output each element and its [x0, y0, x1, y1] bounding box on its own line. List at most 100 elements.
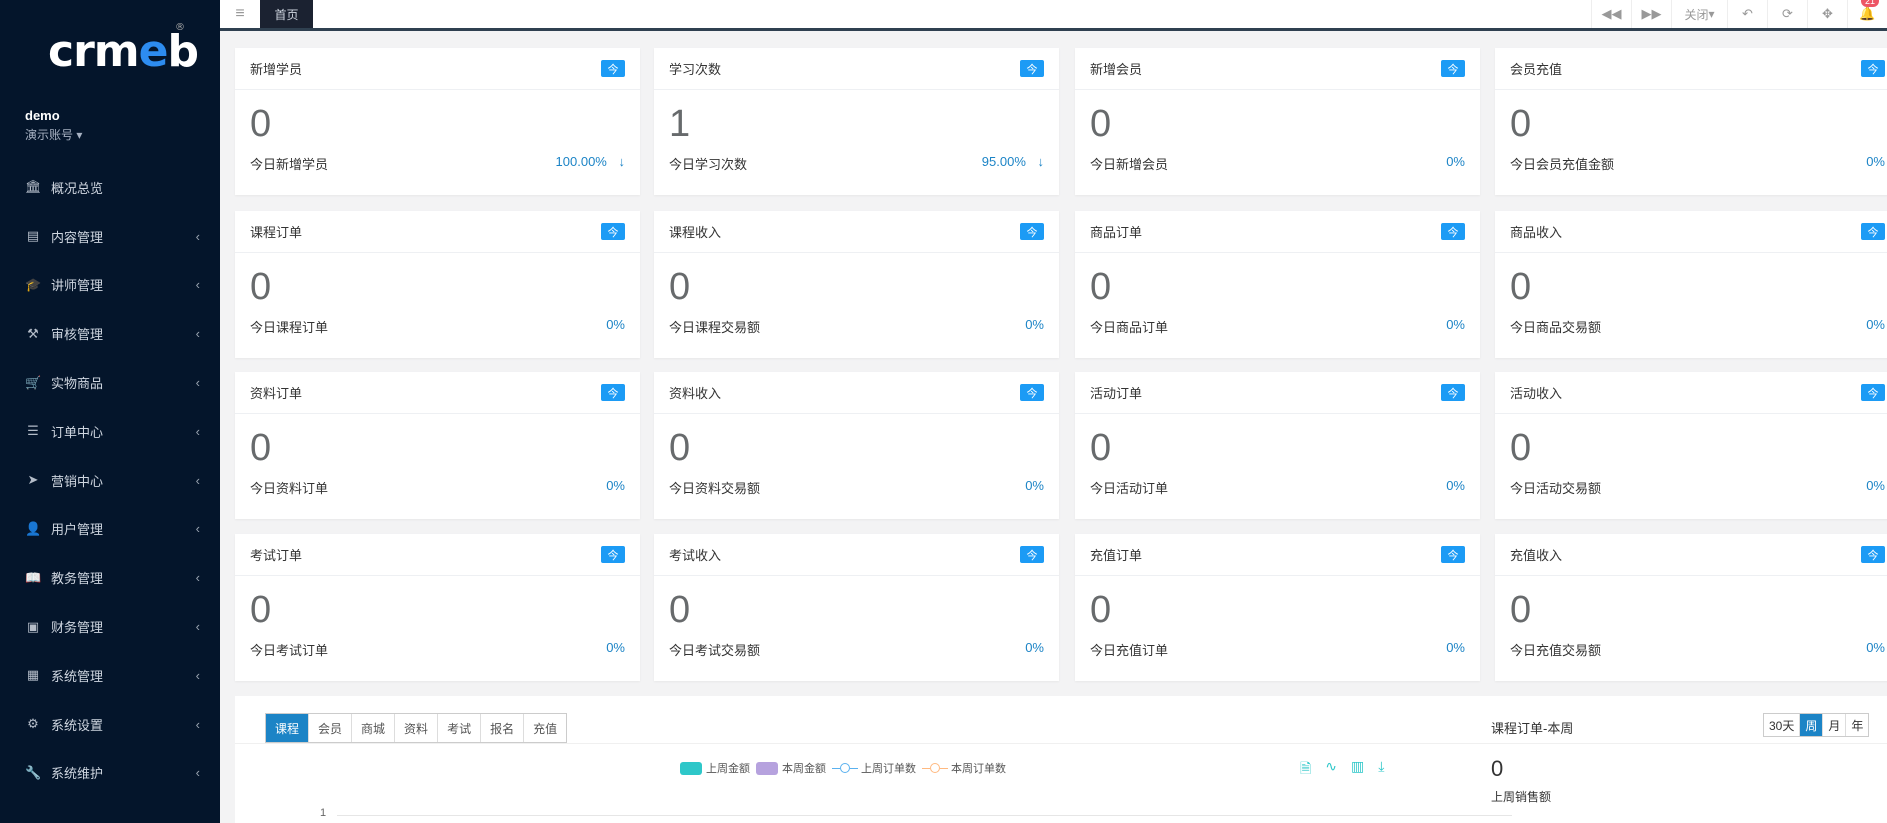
- arrow-down-icon: ↓: [618, 154, 626, 169]
- sidebar-item[interactable]: ⚙ 系统设置 ‹: [0, 700, 220, 749]
- period-button[interactable]: 年: [1845, 714, 1868, 736]
- card-title: 资料收入: [669, 386, 722, 401]
- legend-line-marker: [922, 763, 948, 773]
- legend-item[interactable]: 本周金额: [756, 760, 826, 776]
- download-icon[interactable]: ⤓: [1378, 758, 1384, 782]
- fullscreen-icon[interactable]: ✥: [1807, 0, 1847, 28]
- sidebar-item[interactable]: ▦ 系统管理 ‹: [0, 651, 220, 700]
- legend-item[interactable]: 上周金额: [680, 760, 750, 776]
- chart-panel: 课程 会员 商城 资料 考试 报名 充值 上周金额 本周金额 上周订单数 本周订单数 🗎 ∿ ▥ …: [235, 696, 1887, 823]
- today-badge: 今: [1861, 546, 1885, 563]
- period-button[interactable]: 30天: [1764, 714, 1799, 736]
- tab-home[interactable]: 首页: [260, 0, 313, 28]
- legend-swatch: [680, 761, 702, 775]
- legend-label: 上周订单数: [861, 763, 916, 775]
- close-tabs-dropdown[interactable]: 关闭 ▾: [1671, 0, 1727, 28]
- today-badge: 今: [601, 60, 625, 77]
- sidebar-item[interactable]: ☰ 订单中心 ‹: [0, 407, 220, 456]
- legend-label: 本周订单数: [951, 763, 1006, 775]
- user-name: demo: [25, 108, 60, 123]
- scroll-right-icon[interactable]: ▶▶: [1631, 0, 1671, 28]
- today-badge: 今: [1020, 546, 1044, 563]
- chart-legend: 上周金额 本周金额 上周订单数 本周订单数: [680, 760, 1006, 776]
- stats-title: 课程订单-本周: [1491, 721, 1574, 736]
- sidebar-item[interactable]: ⚒ 审核管理 ‹: [0, 309, 220, 358]
- bell-icon[interactable]: 🔔 21: [1847, 0, 1887, 28]
- bank-icon: 🏛: [25, 179, 42, 195]
- sidebar-item-label: 内容管理: [51, 229, 104, 245]
- legend-item[interactable]: 本周订单数: [922, 760, 1006, 776]
- card-value: 0: [1090, 589, 1112, 631]
- card-title: 活动订单: [1090, 386, 1143, 401]
- period-button[interactable]: 月: [1822, 714, 1845, 736]
- grid-icon: ▦: [26, 667, 40, 683]
- sidebar-item[interactable]: 🛒 实物商品 ‹: [0, 358, 220, 407]
- role-dropdown[interactable]: 演示账号 ▾: [25, 126, 82, 143]
- book-icon: 📖: [25, 569, 42, 585]
- bar-chart-icon[interactable]: ▥: [1351, 758, 1364, 782]
- card-title: 商品收入: [1510, 225, 1563, 240]
- card-title: 学习次数: [669, 62, 722, 77]
- card-label: 今日充值订单: [1090, 643, 1169, 658]
- sidebar-item[interactable]: 📖 教务管理 ‹: [0, 553, 220, 602]
- sidebar-item[interactable]: ▣ 财务管理 ‹: [0, 602, 220, 651]
- period-button[interactable]: 周: [1799, 714, 1823, 736]
- chevron-left-icon: ‹: [195, 667, 200, 683]
- sidebar-item[interactable]: 🎓 讲师管理 ‹: [0, 261, 220, 310]
- chevron-left-icon: ‹: [195, 277, 200, 293]
- data-view-icon[interactable]: 🗎: [1300, 758, 1311, 782]
- line-chart-icon[interactable]: ∿: [1325, 758, 1337, 782]
- category-tab[interactable]: 商城: [351, 714, 394, 742]
- sidebar-item-label: 实物商品: [51, 376, 104, 392]
- card-label: 今日资料交易额: [669, 481, 761, 496]
- card-value: 0: [250, 427, 272, 469]
- notification-badge: 21: [1860, 0, 1879, 7]
- sidebar-item-label: 教务管理: [51, 571, 104, 587]
- sidebar-item-label: 系统维护: [51, 766, 104, 782]
- stat-card: 充值收入 今 0 今日充值交易额 0%: [1495, 534, 1887, 681]
- card-title: 新增学员: [250, 62, 303, 77]
- legend-swatch: [756, 761, 778, 775]
- card-value: 0: [1510, 266, 1532, 308]
- card-percent: 95.00%: [981, 154, 1026, 169]
- card-value: 0: [1090, 103, 1112, 145]
- chevron-left-icon: ‹: [195, 521, 200, 537]
- card-title: 活动收入: [1510, 386, 1563, 401]
- category-tab[interactable]: 资料: [394, 714, 437, 742]
- card-value: 0: [1510, 103, 1532, 145]
- category-tab[interactable]: 报名: [480, 714, 523, 742]
- sidebar-item[interactable]: 🏛 概况总览: [0, 163, 220, 212]
- card-value: 0: [669, 266, 691, 308]
- card-percent: 0%: [1025, 317, 1044, 332]
- chevron-left-icon: ‹: [195, 228, 200, 244]
- scroll-left-icon[interactable]: ◀◀: [1591, 0, 1631, 28]
- menu-toggle-icon[interactable]: ≡: [220, 0, 260, 28]
- sidebar-item[interactable]: ➤ 营销中心 ‹: [0, 456, 220, 505]
- sidebar-item[interactable]: 🔧 系统维护 ‹: [0, 749, 220, 798]
- sidebar-item[interactable]: 👤 用户管理 ‹: [0, 505, 220, 554]
- sidebar-item-label: 系统设置: [51, 717, 104, 733]
- back-icon[interactable]: ↶: [1727, 0, 1767, 28]
- today-badge: 今: [1020, 384, 1044, 401]
- today-badge: 今: [601, 223, 625, 240]
- card-label: 今日新增会员: [1090, 157, 1169, 172]
- category-tab[interactable]: 课程: [266, 714, 309, 742]
- category-tab[interactable]: 考试: [437, 714, 480, 742]
- refresh-icon[interactable]: ⟳: [1767, 0, 1807, 28]
- stats-label: 上周销售额: [1491, 790, 1552, 804]
- category-tab[interactable]: 会员: [308, 714, 351, 742]
- arrow-down-icon: ↓: [1037, 154, 1045, 169]
- chevron-left-icon: ‹: [195, 375, 200, 391]
- legend-item[interactable]: 上周订单数: [832, 760, 916, 776]
- sidebar-item[interactable]: ▤ 内容管理 ‹: [0, 212, 220, 261]
- card-percent: 0%: [606, 478, 625, 493]
- wrench-icon: 🔧: [25, 764, 42, 780]
- sidebar-item-label: 财务管理: [51, 620, 104, 636]
- card-percent: 0%: [606, 317, 625, 332]
- category-tab[interactable]: 充值: [523, 714, 566, 742]
- chevron-left-icon: ‹: [195, 423, 200, 439]
- sidebar-item-label: 审核管理: [51, 327, 104, 343]
- card-title: 充值订单: [1090, 548, 1143, 563]
- card-label: 今日商品交易额: [1510, 320, 1602, 335]
- card-label: 今日课程订单: [250, 320, 329, 335]
